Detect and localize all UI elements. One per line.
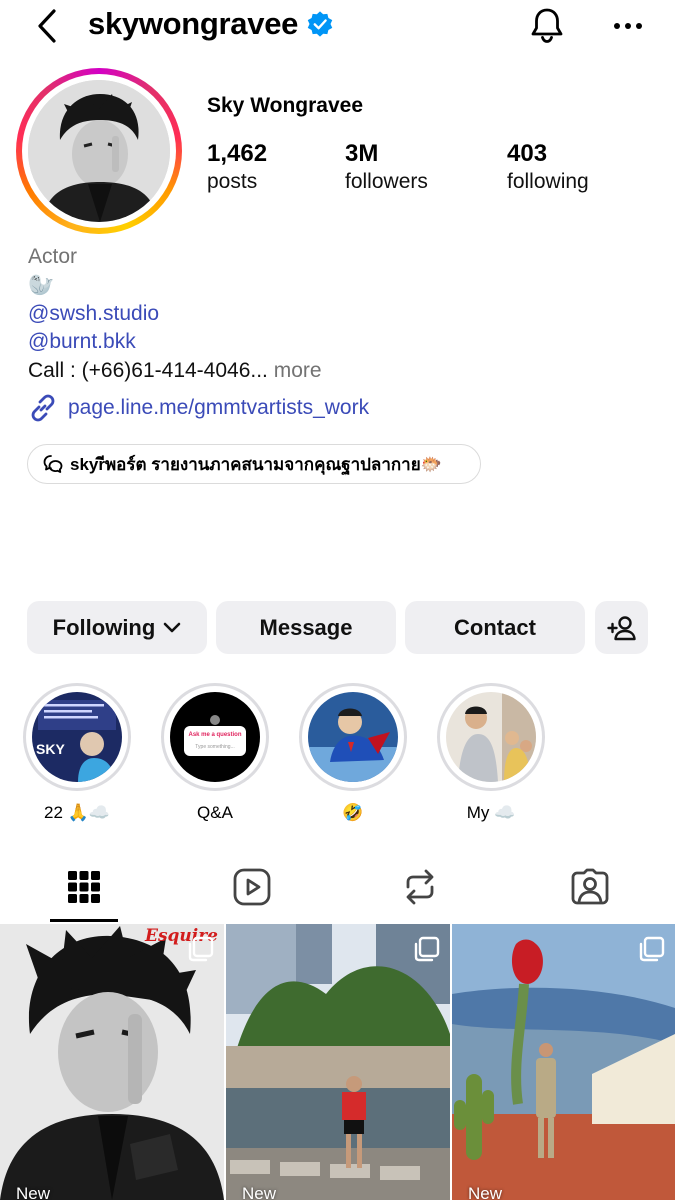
more-link[interactable]: more	[274, 359, 322, 382]
highlight-label: Q&A	[197, 803, 233, 822]
message-button[interactable]: Message	[216, 601, 396, 654]
highlight-cover	[308, 692, 398, 782]
avatar[interactable]	[28, 80, 170, 222]
highlight-item[interactable]: My ☁️	[436, 683, 546, 823]
mention-link-burnt[interactable]: @burnt.bkk	[28, 328, 136, 356]
contact-button-label: Contact	[454, 614, 536, 640]
story-ring[interactable]	[16, 68, 182, 234]
tagged-person-icon	[571, 868, 609, 905]
more-dots-icon[interactable]	[608, 6, 648, 46]
following-count[interactable]: 403 following	[507, 140, 589, 196]
multi-image-icon	[639, 936, 665, 962]
repost-icon	[406, 869, 434, 905]
qa-input: Type something...	[195, 744, 234, 750]
tab-reposts[interactable]	[336, 855, 504, 919]
profile-tabs	[0, 855, 675, 923]
mention-link-swsh[interactable]: @swsh.studio	[28, 300, 159, 328]
bell-icon[interactable]	[526, 4, 568, 46]
posts-label: posts	[207, 170, 258, 193]
add-user-icon	[606, 615, 636, 640]
followers-value: 3M	[345, 140, 379, 167]
reels-icon	[233, 868, 271, 906]
following-label: following	[507, 170, 589, 193]
threads-text: skyrีพอร์ต รายงานภาคสนามจากคุณฐาปลากาย🐡	[70, 454, 442, 474]
active-tab-indicator	[50, 919, 118, 922]
bio-emoji: 🦭	[28, 274, 55, 297]
threads-icon	[43, 455, 63, 473]
highlight-cover: SKY	[32, 692, 122, 782]
highlight-cover: Ask me a question Type something...	[170, 692, 260, 782]
post-thumbnail[interactable]: Esquire New	[0, 924, 224, 1200]
multi-image-icon	[414, 936, 440, 962]
posts-count[interactable]: 1,462 posts	[207, 140, 267, 196]
top-bar: skywongravee	[0, 0, 675, 50]
highlight-item[interactable]: SKY 22 🙏☁️	[22, 683, 132, 823]
new-badge: New	[16, 1184, 51, 1200]
username-header: skywongravee	[88, 4, 334, 44]
bio-call-line: Call : (+66)61-414-4046... more	[28, 357, 322, 385]
new-badge: New	[242, 1184, 277, 1200]
tab-reels[interactable]	[168, 855, 336, 919]
new-badge: New	[468, 1184, 503, 1200]
posts-grid: Esquire New New New	[0, 924, 675, 1200]
highlight-ring	[437, 683, 545, 791]
highlight-label: My ☁️	[466, 803, 516, 822]
followers-label: followers	[345, 170, 428, 193]
following-button-label: Following	[52, 614, 156, 640]
highlight-ring: SKY	[23, 683, 131, 791]
post-thumbnail[interactable]: New	[452, 924, 675, 1200]
following-value: 403	[507, 140, 548, 167]
tab-posts-grid[interactable]	[0, 855, 168, 919]
highlight-item[interactable]: Ask me a question Type something... Q&A	[160, 683, 270, 823]
multi-image-icon	[188, 936, 214, 962]
message-button-label: Message	[259, 614, 353, 640]
highlight-label: 🤣	[342, 803, 364, 822]
posts-value: 1,462	[207, 140, 268, 167]
highlight-item[interactable]: 🤣	[298, 683, 408, 823]
bio-link-row[interactable]: page.line.me/gmmtvartists_work	[28, 393, 369, 423]
bio-url[interactable]: page.line.me/gmmtvartists_work	[68, 396, 369, 420]
highlight-label: 22 🙏☁️	[44, 803, 110, 822]
sky-word: SKY	[36, 741, 65, 757]
post-thumbnail[interactable]: New	[226, 924, 450, 1200]
following-button[interactable]: Following	[27, 601, 207, 654]
tab-tagged[interactable]	[506, 855, 674, 919]
qa-prompt: Ask me a question	[188, 732, 241, 738]
add-user-button[interactable]	[595, 601, 648, 654]
bio-category: Actor	[28, 245, 78, 268]
verified-badge-icon	[307, 11, 333, 37]
grid-icon	[68, 871, 100, 903]
highlight-cover	[446, 692, 536, 782]
highlight-ring	[299, 683, 407, 791]
back-chevron-icon[interactable]	[30, 6, 64, 46]
call-text: Call : (+66)61-414-4046...	[28, 359, 268, 382]
threads-badge[interactable]: skyrีพอร์ต รายงานภาคสนามจากคุณฐาปลากาย🐡	[27, 444, 481, 484]
display-name: Sky Wongravee	[207, 94, 364, 117]
chevron-down-icon	[164, 622, 181, 632]
followers-count[interactable]: 3M followers	[345, 140, 428, 196]
highlight-ring: Ask me a question Type something...	[161, 683, 269, 791]
link-icon	[31, 394, 55, 422]
contact-button[interactable]: Contact	[405, 601, 585, 654]
username: skywongravee	[88, 6, 299, 41]
